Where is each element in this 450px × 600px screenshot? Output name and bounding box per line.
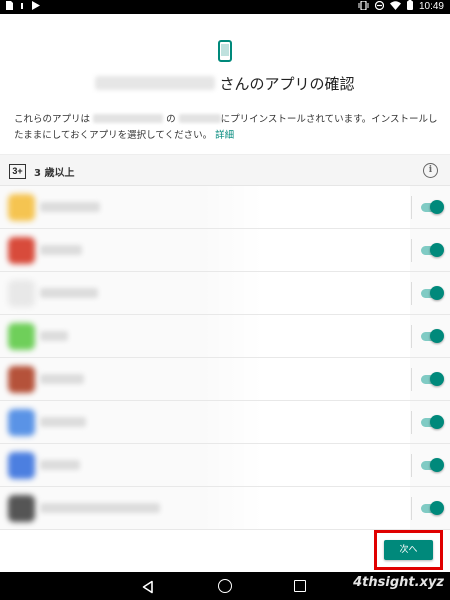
app-keep-toggle[interactable] xyxy=(421,243,444,257)
app-icon xyxy=(8,237,35,264)
toggle-thumb xyxy=(430,286,444,300)
toggle-thumb xyxy=(430,200,444,214)
redacted-account-name xyxy=(95,76,216,90)
app-keep-toggle[interactable] xyxy=(421,415,444,429)
app-list xyxy=(0,186,450,530)
next-button-highlight: 次へ xyxy=(374,530,443,570)
redacted-app-name xyxy=(40,503,160,513)
redacted-device-owner xyxy=(93,114,164,123)
app-row[interactable] xyxy=(0,444,450,487)
row-fade xyxy=(200,358,410,400)
row-fade xyxy=(200,315,410,357)
page-title-suffix: さんのアプリの確認 xyxy=(219,75,355,93)
description-text: これらのアプリは の にプリインストールされています。インストールしたままにして… xyxy=(14,112,439,144)
row-divider xyxy=(411,368,412,391)
row-divider xyxy=(411,325,412,348)
row-divider xyxy=(411,239,412,262)
app-row[interactable] xyxy=(0,315,450,358)
redacted-app-name xyxy=(40,202,100,212)
app-icon xyxy=(8,495,35,522)
redacted-app-name xyxy=(40,417,86,427)
toggle-thumb xyxy=(430,243,444,257)
info-icon[interactable]: i xyxy=(423,163,438,178)
page-title: さんのアプリの確認 xyxy=(0,73,450,94)
redacted-device-name xyxy=(178,114,221,123)
app-keep-toggle[interactable] xyxy=(421,458,444,472)
app-icon xyxy=(8,323,35,350)
app-icon xyxy=(8,366,35,393)
age-rating-label: 3 歳以上 xyxy=(34,168,75,179)
app-row[interactable] xyxy=(0,487,450,530)
app-keep-toggle[interactable] xyxy=(421,329,444,343)
row-fade xyxy=(200,229,410,271)
app-keep-toggle[interactable] xyxy=(421,372,444,386)
battery-icon xyxy=(406,0,413,14)
app-keep-toggle[interactable] xyxy=(421,200,444,214)
app-row[interactable] xyxy=(0,358,450,401)
toggle-thumb xyxy=(430,458,444,472)
redacted-app-name xyxy=(40,374,84,384)
description-part-2: の xyxy=(166,114,176,125)
row-divider xyxy=(411,454,412,477)
wifi-icon xyxy=(389,0,401,14)
row-fade xyxy=(200,401,410,443)
small-indicator-icon xyxy=(21,1,24,13)
row-fade xyxy=(200,272,410,314)
age-rating-badge: 3+ xyxy=(9,164,26,179)
phone-icon xyxy=(218,40,232,62)
redacted-app-name xyxy=(40,288,98,298)
back-icon[interactable] xyxy=(141,579,155,594)
app-icon xyxy=(8,452,35,479)
row-fade xyxy=(200,444,410,486)
app-icon xyxy=(8,280,35,307)
watermark: 4thsight.xyz xyxy=(353,575,444,590)
redacted-app-name xyxy=(40,331,68,341)
description-part-1: これらのアプリは xyxy=(14,114,91,125)
toggle-thumb xyxy=(430,372,444,386)
app-keep-toggle[interactable] xyxy=(421,286,444,300)
age-rating-section-header: 3+ 3 歳以上 i xyxy=(0,154,450,186)
recents-icon[interactable] xyxy=(294,580,306,592)
row-fade xyxy=(200,487,410,529)
row-divider xyxy=(411,282,412,305)
app-row[interactable] xyxy=(0,186,450,229)
app-row[interactable] xyxy=(0,229,450,272)
row-fade xyxy=(200,186,410,228)
app-keep-toggle[interactable] xyxy=(421,501,444,515)
toggle-thumb xyxy=(430,415,444,429)
row-divider xyxy=(411,497,412,520)
next-button[interactable]: 次へ xyxy=(384,540,433,560)
row-divider xyxy=(411,411,412,434)
app-row[interactable] xyxy=(0,272,450,315)
vibrate-icon xyxy=(358,0,369,14)
redacted-app-name xyxy=(40,245,82,255)
home-icon[interactable] xyxy=(218,579,232,593)
redacted-app-name xyxy=(40,460,80,470)
row-divider xyxy=(411,196,412,219)
toggle-thumb xyxy=(430,329,444,343)
do-not-disturb-icon xyxy=(374,0,385,14)
app-icon xyxy=(8,409,35,436)
toggle-thumb xyxy=(430,501,444,515)
status-time: 10:49 xyxy=(418,1,444,12)
play-store-icon xyxy=(32,0,40,14)
app-icon xyxy=(8,194,35,221)
app-row[interactable] xyxy=(0,401,450,444)
status-bar: 10:49 xyxy=(0,0,450,14)
details-link[interactable]: 詳細 xyxy=(215,130,234,141)
sim-card-icon xyxy=(6,0,13,14)
navigation-bar: 4thsight.xyz xyxy=(0,572,450,600)
